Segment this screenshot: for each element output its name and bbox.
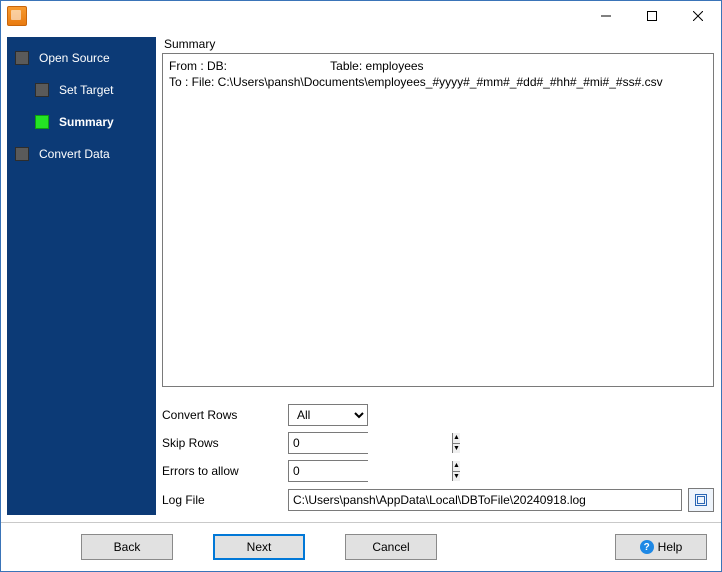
window-controls bbox=[583, 1, 721, 31]
summary-box: From : DB: Table: employees To : File: C… bbox=[162, 53, 714, 387]
close-button[interactable] bbox=[675, 1, 721, 31]
step-label: Open Source bbox=[39, 51, 110, 65]
minimize-icon bbox=[601, 11, 611, 21]
skip-rows-input[interactable] bbox=[289, 433, 452, 453]
summary-to-line: To : File: C:\Users\pansh\Documents\empl… bbox=[169, 74, 707, 90]
minimize-button[interactable] bbox=[583, 1, 629, 31]
wizard-sidebar: Open Source Set Target Summary Convert D… bbox=[7, 37, 156, 515]
cancel-button[interactable]: Cancel bbox=[345, 534, 437, 560]
step-label: Summary bbox=[59, 115, 114, 129]
step-marker-icon bbox=[35, 115, 49, 129]
errors-spinner: ▲ ▼ bbox=[288, 460, 368, 482]
step-summary[interactable]: Summary bbox=[35, 109, 156, 135]
wizard-footer: Back Next Cancel ? Help bbox=[1, 522, 721, 571]
errors-down[interactable]: ▼ bbox=[453, 472, 460, 482]
errors-up[interactable]: ▲ bbox=[453, 461, 460, 472]
summary-from-line: From : DB: Table: employees bbox=[169, 58, 707, 74]
skip-rows-down[interactable]: ▼ bbox=[453, 444, 460, 454]
step-convert-data[interactable]: Convert Data bbox=[15, 141, 156, 167]
skip-rows-spinner: ▲ ▼ bbox=[288, 432, 368, 454]
errors-label: Errors to allow bbox=[162, 464, 288, 478]
app-icon bbox=[7, 6, 27, 26]
skip-rows-up[interactable]: ▲ bbox=[453, 433, 460, 444]
step-label: Set Target bbox=[59, 83, 113, 97]
step-marker-icon bbox=[15, 147, 29, 161]
back-button[interactable]: Back bbox=[81, 534, 173, 560]
maximize-button[interactable] bbox=[629, 1, 675, 31]
step-marker-icon bbox=[35, 83, 49, 97]
step-marker-icon bbox=[15, 51, 29, 65]
maximize-icon bbox=[647, 11, 657, 21]
close-icon bbox=[693, 11, 703, 21]
step-label: Convert Data bbox=[39, 147, 110, 161]
help-button[interactable]: ? Help bbox=[615, 534, 707, 560]
row-convert-rows: Convert Rows All bbox=[162, 401, 714, 429]
errors-input[interactable] bbox=[289, 461, 452, 481]
convert-rows-label: Convert Rows bbox=[162, 408, 288, 422]
summary-title: Summary bbox=[162, 37, 714, 53]
log-file-browse-button[interactable] bbox=[688, 488, 714, 512]
row-skip-rows: Skip Rows ▲ ▼ bbox=[162, 429, 714, 457]
convert-rows-select[interactable]: All bbox=[288, 404, 368, 426]
help-icon: ? bbox=[640, 540, 654, 554]
options-form: Convert Rows All Skip Rows ▲ ▼ bbox=[162, 401, 714, 515]
app-window: Open Source Set Target Summary Convert D… bbox=[0, 0, 722, 572]
log-file-input[interactable] bbox=[288, 489, 682, 511]
step-set-target[interactable]: Set Target bbox=[35, 77, 156, 103]
main-panel: Summary From : DB: Table: employees To :… bbox=[162, 37, 714, 515]
next-button[interactable]: Next bbox=[213, 534, 305, 560]
row-log-file: Log File bbox=[162, 485, 714, 515]
row-errors: Errors to allow ▲ ▼ bbox=[162, 457, 714, 485]
log-file-label: Log File bbox=[162, 493, 288, 507]
titlebar bbox=[1, 1, 721, 31]
browse-icon bbox=[694, 493, 708, 507]
step-open-source[interactable]: Open Source bbox=[15, 45, 156, 71]
skip-rows-label: Skip Rows bbox=[162, 436, 288, 450]
